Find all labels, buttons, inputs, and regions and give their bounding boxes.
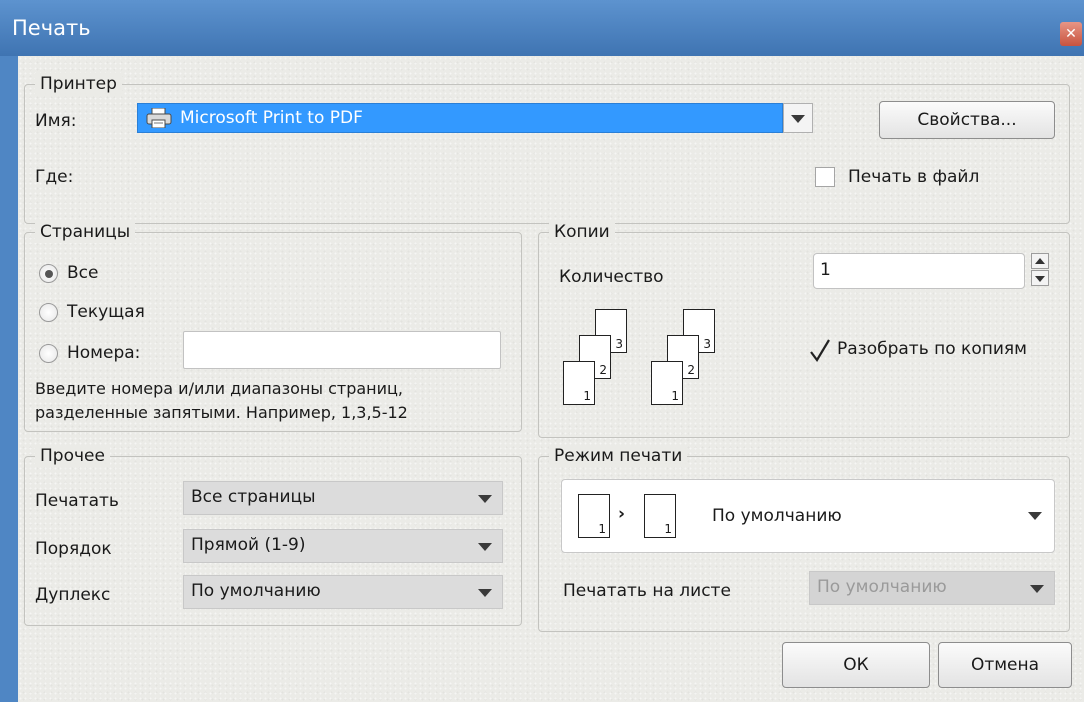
printer-name-combo[interactable]: Microsoft Print to PDF — [137, 103, 783, 133]
chevron-up-icon — [1035, 258, 1045, 264]
pages-group: Страницы Все Текущая Номера: Введите ном… — [24, 221, 522, 432]
print-mode-value: По умолчанию — [712, 506, 842, 526]
print-range-select[interactable]: Все страницы — [183, 481, 503, 515]
print-dialog-window: Печать ✕ Принтер Имя: Microsoft Print to… — [0, 0, 1084, 702]
pages-hint-line2: разделенные запятыми. Например, 1,3,5-12 — [35, 403, 408, 422]
per-sheet-label: Печатать на листе — [563, 581, 731, 601]
mode-target-page-icon: 1 — [644, 494, 676, 538]
copy1-page1-icon: 1 — [563, 361, 595, 405]
copies-legend: Копии — [549, 221, 615, 243]
printer-legend: Принтер — [35, 73, 122, 95]
chevron-right-icon: › — [618, 504, 626, 524]
chevron-down-icon — [478, 589, 492, 597]
chevron-down-icon — [478, 543, 492, 551]
printer-combo-dropdown[interactable] — [783, 103, 813, 133]
chevron-down-icon — [1030, 585, 1044, 593]
title-bar[interactable]: Печать ✕ — [0, 0, 1084, 56]
pages-legend: Страницы — [35, 221, 136, 243]
duplex-select[interactable]: По умолчанию — [183, 575, 503, 609]
copies-count-input[interactable]: 1 — [813, 253, 1025, 289]
dialog-title: Печать — [12, 16, 91, 40]
radio-page-numbers-label: Номера: — [67, 343, 141, 363]
printer-icon — [146, 107, 172, 129]
close-icon[interactable]: ✕ — [1060, 22, 1082, 46]
copy2-page1-icon: 1 — [651, 361, 683, 405]
spinner-down-button[interactable] — [1031, 270, 1049, 286]
radio-current-page-label: Текущая — [67, 302, 145, 322]
per-sheet-select[interactable]: По умолчанию — [809, 571, 1055, 605]
collate-checkbox[interactable] — [809, 339, 831, 362]
print-mode-group: Режим печати 1 › 1 По умолчанию Печатать… — [538, 445, 1070, 632]
checkmark-icon — [810, 339, 830, 362]
mode-source-page-icon: 1 — [578, 494, 610, 538]
chevron-down-icon — [1028, 512, 1042, 520]
radio-current-page[interactable] — [39, 303, 58, 322]
page-numbers-input[interactable] — [183, 331, 501, 369]
duplex-label: Дуплекс — [35, 585, 111, 605]
print-mode-legend: Режим печати — [549, 445, 688, 467]
cancel-button[interactable]: Отмена — [938, 642, 1072, 688]
order-select[interactable]: Прямой (1-9) — [183, 529, 503, 563]
collate-illustration: 3 2 1 3 2 1 — [563, 309, 733, 419]
printer-name-label: Имя: — [35, 111, 77, 131]
collate-label: Разобрать по копиям — [837, 339, 1027, 359]
dialog-body: Принтер Имя: Microsoft Print to PDF Свой — [18, 56, 1084, 702]
print-mode-select[interactable]: 1 › 1 По умолчанию — [561, 479, 1055, 553]
copies-spinner[interactable] — [1031, 253, 1049, 287]
copies-count-label: Количество — [559, 267, 664, 287]
chevron-down-icon — [791, 115, 805, 123]
order-label: Порядок — [35, 539, 112, 559]
copies-group: Копии Количество 1 3 2 1 3 2 1 Разобрать… — [538, 221, 1070, 438]
chevron-down-icon — [1035, 276, 1045, 282]
printer-name-value: Microsoft Print to PDF — [180, 108, 363, 128]
radio-all-pages-label: Все — [67, 263, 99, 283]
other-group: Прочее Печатать Все страницы Порядок Пря… — [24, 445, 522, 626]
print-to-file-checkbox[interactable] — [815, 167, 835, 187]
ok-button[interactable]: ОК — [782, 642, 930, 688]
print-to-file-label: Печать в файл — [848, 167, 980, 187]
chevron-down-icon — [478, 495, 492, 503]
printer-where-label: Где: — [35, 167, 74, 187]
print-range-label: Печатать — [35, 491, 119, 511]
pages-hint-line1: Введите номера и/или диапазоны страниц, — [35, 379, 403, 398]
spinner-up-button[interactable] — [1031, 253, 1049, 269]
properties-button[interactable]: Свойства... — [879, 101, 1055, 139]
radio-page-numbers[interactable] — [39, 344, 58, 363]
radio-all-pages[interactable] — [39, 264, 58, 283]
other-legend: Прочее — [35, 445, 110, 467]
printer-group: Принтер Имя: Microsoft Print to PDF Свой — [24, 73, 1070, 224]
